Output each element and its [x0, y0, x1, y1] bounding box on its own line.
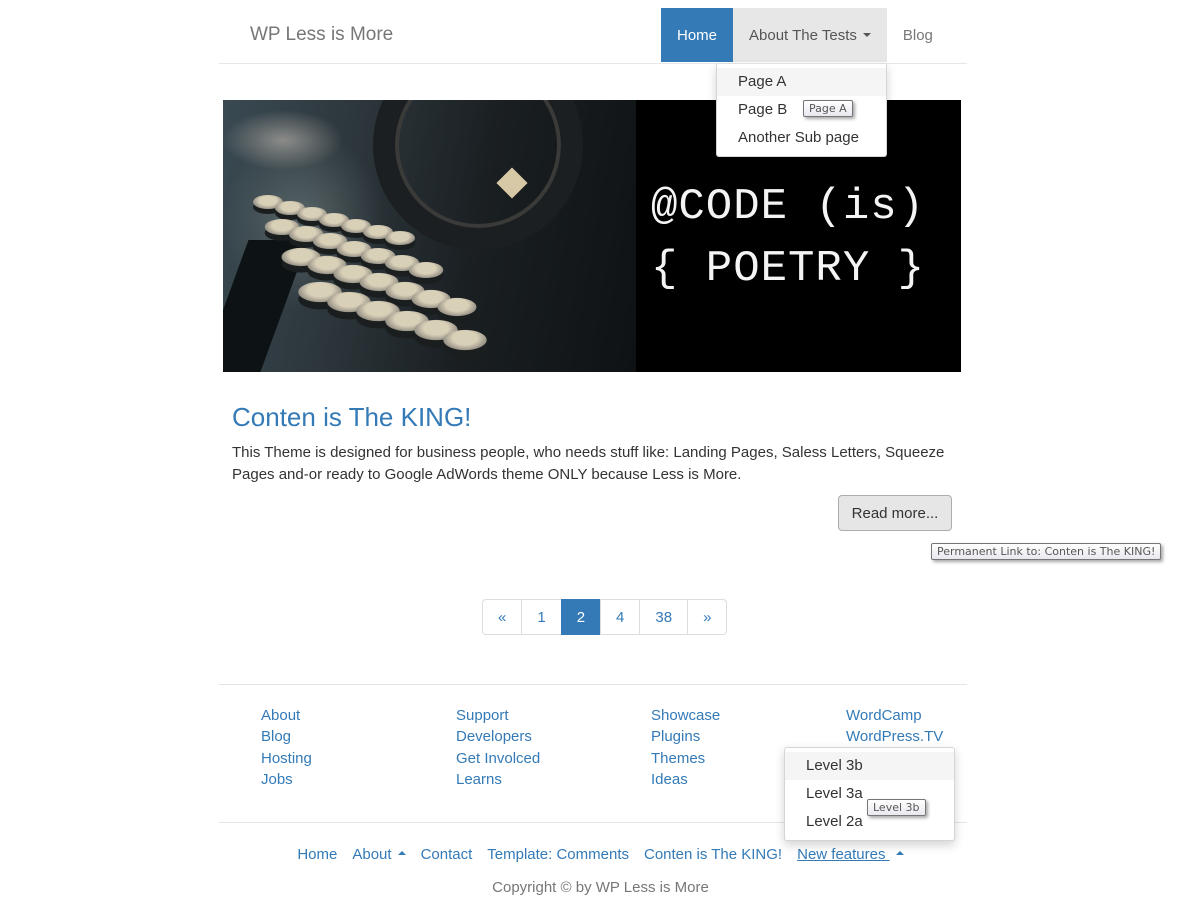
footer-link-support[interactable]: Support [456, 705, 651, 726]
nav-item-about-the-tests[interactable]: About The Tests [733, 8, 887, 62]
dropdown-item-page-b[interactable]: Page B [717, 96, 886, 124]
footer-column-2: Support Developers Get Involced Learns [456, 705, 651, 790]
typewriter-key [385, 231, 415, 245]
new-features-dropdown: Level 3b Level 3a Level 2a [784, 747, 955, 841]
post-title[interactable]: Conten is The KING! [232, 402, 471, 433]
nav-item-about-label: About The Tests [749, 26, 857, 44]
footer-link-learns[interactable]: Learns [456, 769, 651, 790]
footer-menu-template-comments[interactable]: Template: Comments [487, 846, 629, 863]
footer-link-hosting[interactable]: Hosting [261, 748, 456, 769]
footer-menu-about[interactable]: About [352, 846, 406, 863]
footer-menu-new-features-label: New features [797, 846, 886, 863]
pagination-page-1[interactable]: 1 [521, 599, 562, 635]
footer-menu-contact-label: Contact [420, 846, 473, 863]
dropdown-item-level-3b[interactable]: Level 3b [785, 752, 954, 780]
footer-link-get-involced[interactable]: Get Involced [456, 748, 651, 769]
footer-link-developers[interactable]: Developers [456, 726, 651, 747]
permanent-link-tooltip: Permanent Link to: Conten is The KING! [931, 543, 1162, 560]
code-is-poetry-text: @CODE (is) { POETRY } [651, 176, 925, 300]
navbar: WP Less is More Home About The Tests Blo… [219, 8, 967, 64]
nav-item-blog-label: Blog [902, 26, 933, 44]
pagination: « 1 2 4 38 » [482, 599, 728, 635]
typewriter-key [443, 329, 487, 351]
nav-item-home[interactable]: Home [661, 8, 734, 62]
footer-link-blog[interactable]: Blog [261, 726, 456, 747]
typewriter-key [437, 298, 477, 317]
footer-menu: Home About Contact Template: Comments Co… [0, 846, 1200, 863]
footer-link-showcase[interactable]: Showcase [651, 705, 846, 726]
page-a-tooltip: Page A [803, 100, 853, 117]
main-nav: Home About The Tests Blog [661, 8, 949, 62]
footer-link-wordpress-tv[interactable]: WordPress.TV [846, 726, 1041, 747]
footer-menu-about-label: About [352, 846, 392, 863]
caret-down-icon [862, 33, 871, 37]
footer-link-wordcamp[interactable]: WordCamp [846, 705, 1041, 726]
typewriter-key [408, 262, 444, 279]
footer-menu-contact[interactable]: Contact [421, 846, 473, 863]
pagination-page-4[interactable]: 4 [600, 599, 641, 635]
footer-link-jobs[interactable]: Jobs [261, 769, 456, 790]
pagination-next[interactable]: » [687, 599, 728, 635]
caret-up-icon [895, 851, 904, 856]
site-brand[interactable]: WP Less is More [250, 24, 393, 46]
nav-item-blog[interactable]: Blog [887, 8, 949, 62]
code-line-2: { POETRY } [651, 244, 926, 294]
footer-menu-home-label: Home [297, 846, 338, 863]
footer-column-1: About Blog Hosting Jobs [261, 705, 456, 790]
typewriter-arch [373, 100, 583, 250]
post-excerpt: This Theme is designed for business peop… [232, 444, 945, 483]
level-3b-tooltip: Level 3b [867, 799, 926, 816]
pagination-page-38[interactable]: 38 [639, 599, 689, 635]
footer-link-about[interactable]: About [261, 705, 456, 726]
read-more-button[interactable]: Read more... [838, 495, 952, 531]
footer-menu-conten-label: Conten is The KING! [643, 846, 783, 863]
typewriter-photo [223, 100, 636, 372]
code-line-1: @CODE (is) [651, 182, 926, 232]
copyright-text: Copyright © by WP Less is More [492, 879, 709, 896]
footer-link-plugins[interactable]: Plugins [651, 726, 846, 747]
pagination-prev[interactable]: « [482, 599, 523, 635]
nav-item-home-label: Home [677, 26, 718, 44]
pagination-page-2-current[interactable]: 2 [560, 599, 602, 635]
footer-menu-home[interactable]: Home [297, 846, 337, 863]
footer-menu-template-comments-label: Template: Comments [487, 846, 629, 863]
caret-up-icon [397, 851, 406, 856]
footer-divider-top [219, 684, 967, 685]
footer-menu-conten-is-the-king[interactable]: Conten is The KING! [644, 846, 782, 863]
about-tests-dropdown: Page A Page B Another Sub page [716, 64, 887, 157]
dropdown-item-another-sub-page[interactable]: Another Sub page [717, 124, 886, 152]
footer-menu-new-features[interactable]: New features [797, 846, 904, 863]
dropdown-item-page-a[interactable]: Page A [717, 68, 886, 96]
